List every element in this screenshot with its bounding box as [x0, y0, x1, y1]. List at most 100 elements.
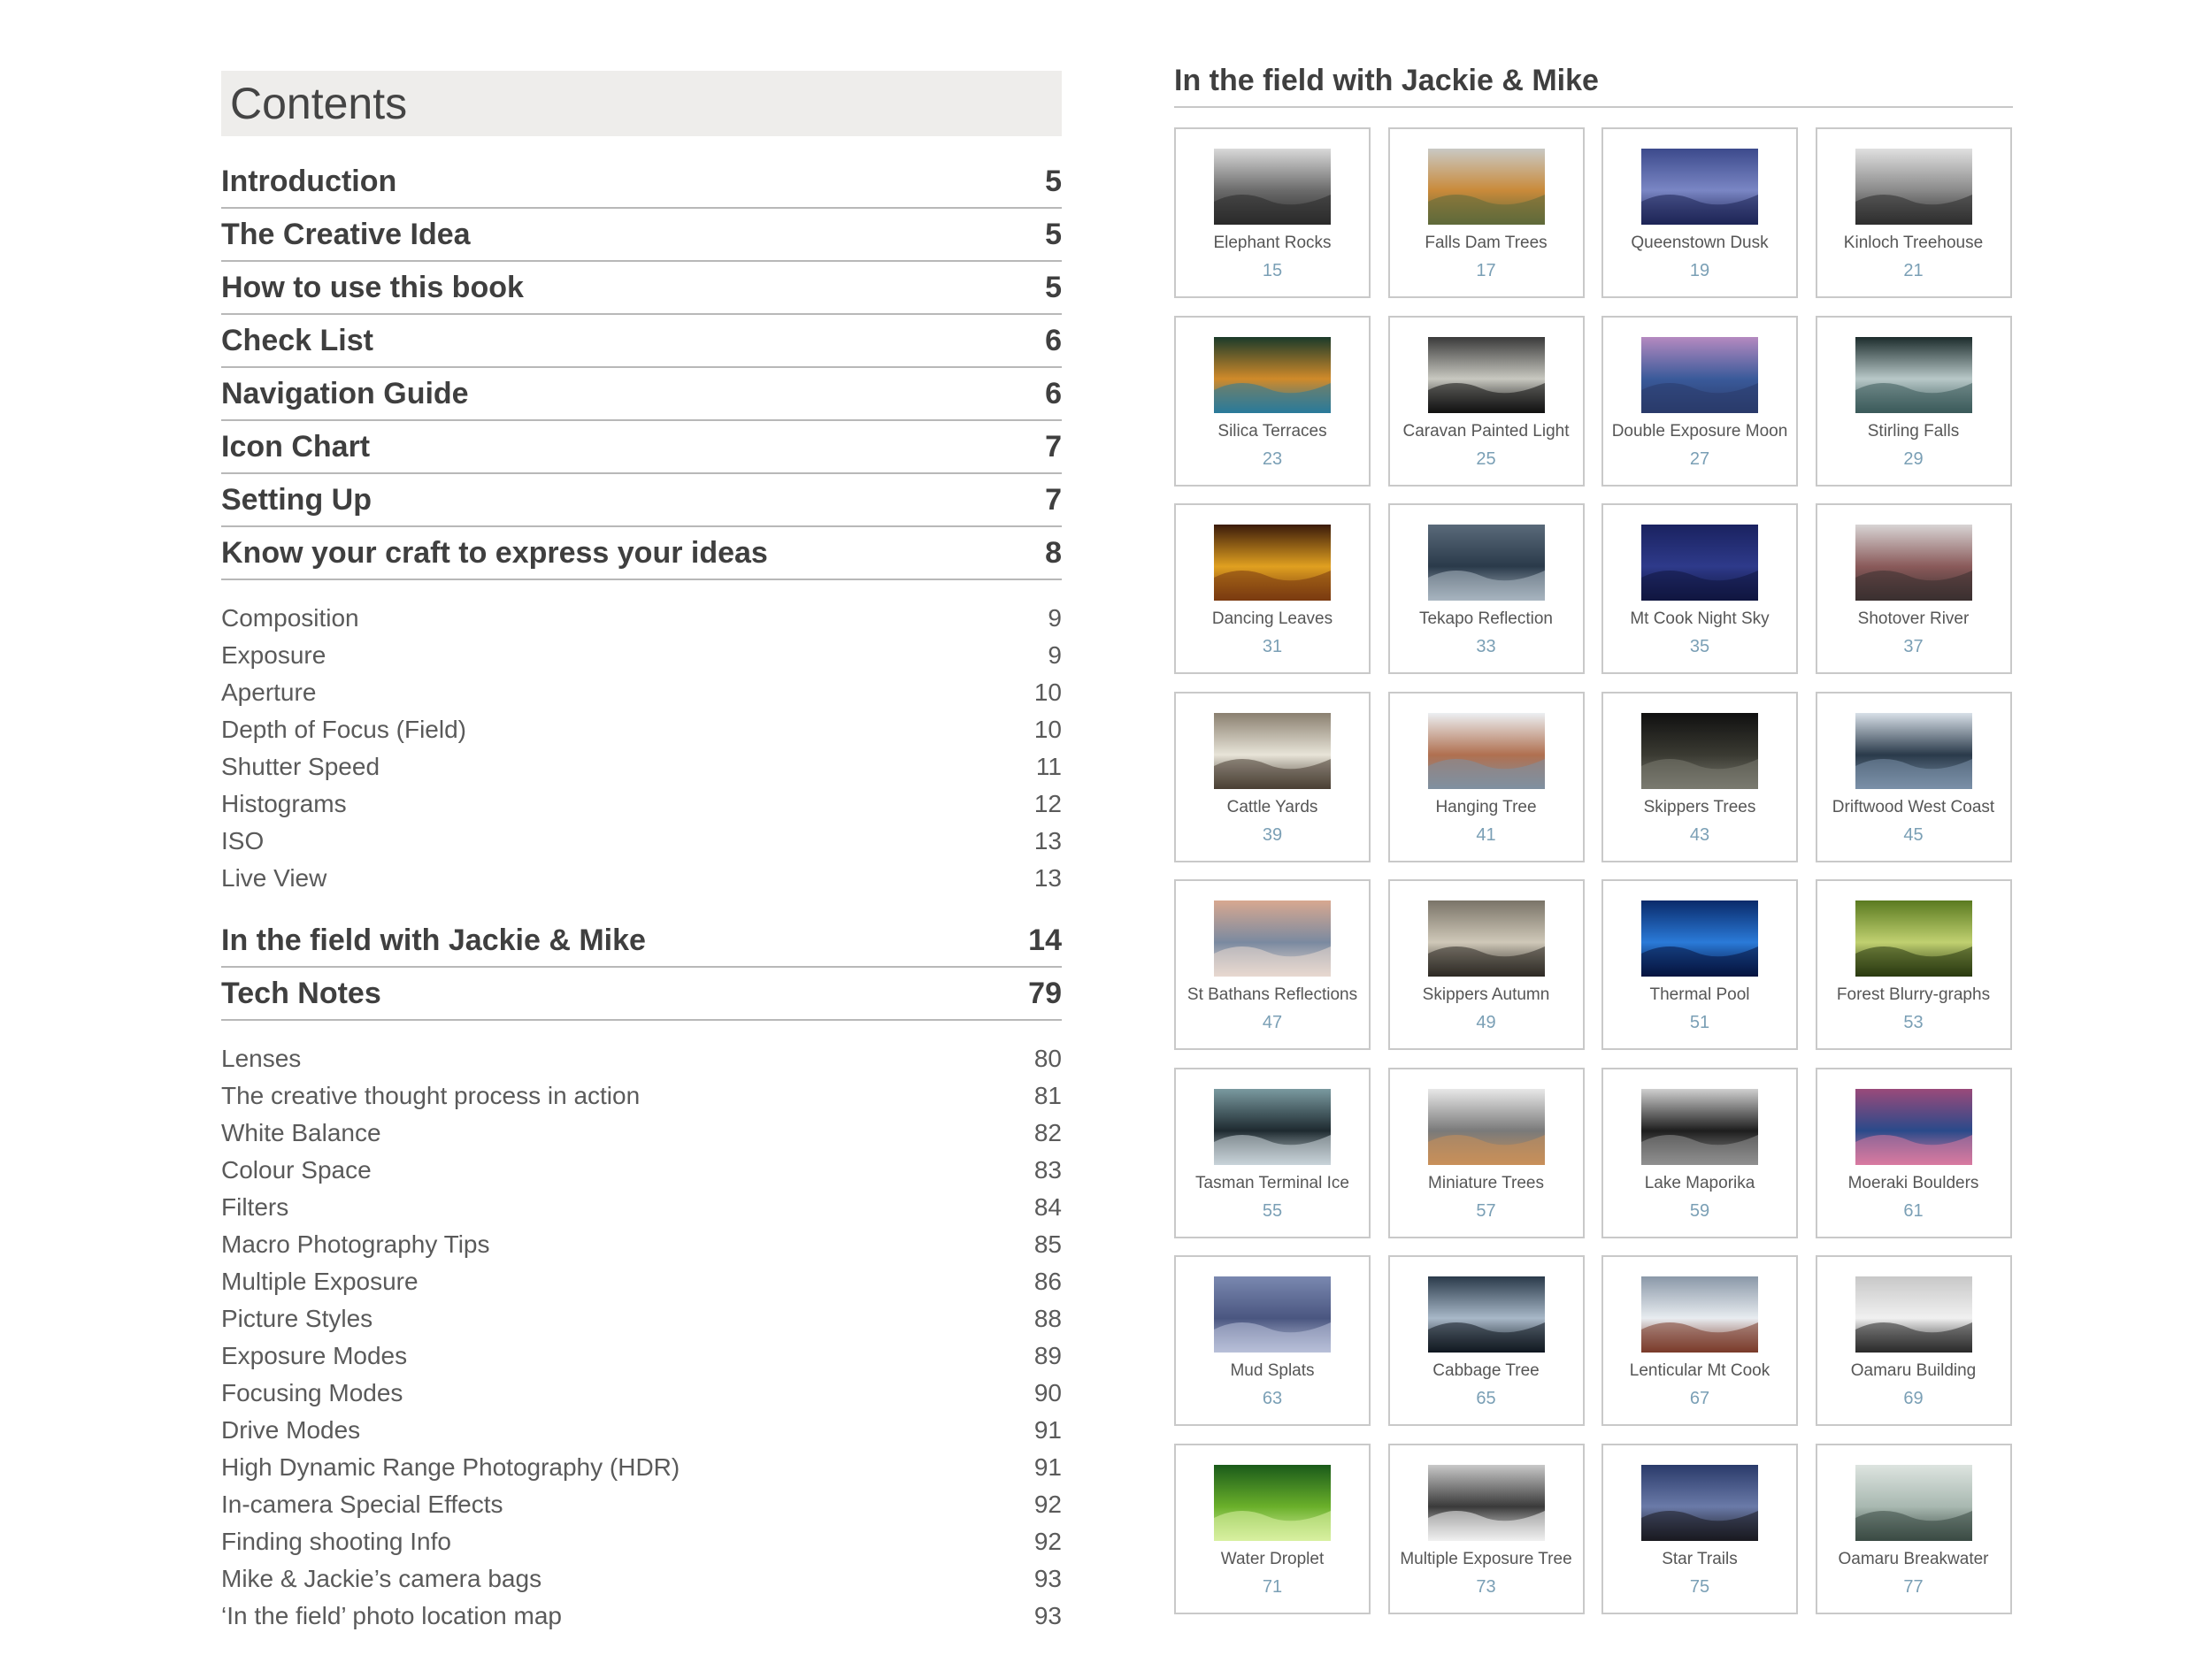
toc-minor-entry[interactable]: Shutter Speed 11 [221, 748, 1062, 786]
gallery-tile[interactable]: Multiple Exposure Tree 73 [1387, 1443, 1585, 1614]
toc-major-entry[interactable]: Know your craft to express your ideas 8 [221, 527, 1062, 580]
gallery-tile[interactable]: Mt Cook Night Sky 35 [1601, 503, 1798, 674]
toc-minor-entry[interactable]: The creative thought process in action 81 [221, 1077, 1062, 1115]
toc-minor-entry[interactable]: In-camera Special Effects 92 [221, 1486, 1062, 1523]
gallery-tile[interactable]: Skippers Autumn 49 [1387, 879, 1585, 1050]
toc-major-entry[interactable]: Icon Chart 7 [221, 421, 1062, 474]
gallery-tile[interactable]: Caravan Painted Light 25 [1387, 315, 1585, 487]
gallery-tile[interactable]: Cattle Yards 39 [1174, 691, 1371, 862]
gallery-tile[interactable]: Elephant Rocks 15 [1174, 127, 1371, 298]
toc-major-entry[interactable]: How to use this book 5 [221, 262, 1062, 315]
gallery-tile[interactable]: Silica Terraces 23 [1174, 315, 1371, 487]
gallery-tile[interactable]: Driftwood West Coast 45 [1815, 691, 2012, 862]
toc-entry-label: Filters [221, 1193, 289, 1221]
gallery-tile[interactable]: Thermal Pool 51 [1601, 879, 1798, 1050]
gallery-tile[interactable]: Water Droplet 71 [1174, 1443, 1371, 1614]
photo-thumbnail [1427, 525, 1545, 601]
gallery-tile[interactable]: Tekapo Reflection 33 [1387, 503, 1585, 674]
photo-page-number: 35 [1689, 637, 1710, 656]
toc-major-entry[interactable]: Introduction 5 [221, 156, 1062, 209]
gallery-tile[interactable]: St Bathans Reflections 47 [1174, 879, 1371, 1050]
toc-entry-page: 93 [1033, 1565, 1062, 1592]
photo-page-number: 71 [1262, 1576, 1283, 1597]
photo-page-number: 65 [1476, 1389, 1496, 1408]
gallery-tile[interactable]: Kinloch Treehouse 21 [1815, 127, 2012, 298]
toc-minor-entry[interactable]: Multiple Exposure 86 [221, 1263, 1062, 1300]
toc-minor-entry[interactable]: ‘In the field’ photo location map 93 [221, 1598, 1062, 1635]
gallery-tile[interactable]: Double Exposure Moon 27 [1601, 315, 1798, 487]
photo-page-number: 29 [1903, 448, 1924, 469]
toc-minor-entry[interactable]: White Balance 82 [221, 1115, 1062, 1152]
gallery-tile[interactable]: Skippers Trees 43 [1601, 691, 1798, 862]
toc-entry-label: Navigation Guide [221, 376, 469, 410]
toc-minor-entry[interactable]: Composition 9 [221, 600, 1062, 637]
toc-minor-entry[interactable]: Colour Space 83 [221, 1152, 1062, 1189]
toc-entry-label: Focusing Modes [221, 1379, 403, 1406]
photo-caption: Moeraki Boulders [1847, 1173, 1979, 1192]
toc-minor-entry[interactable]: High Dynamic Range Photography (HDR) 91 [221, 1449, 1062, 1486]
gallery-tile[interactable]: Cabbage Tree 65 [1387, 1255, 1585, 1426]
toc-minor-entry[interactable]: Histograms 12 [221, 786, 1062, 823]
toc-minor-entry[interactable]: Exposure Modes 89 [221, 1337, 1062, 1375]
toc-minor-entry[interactable]: Macro Photography Tips 85 [221, 1226, 1062, 1263]
photo-thumbnail [1855, 1464, 1972, 1541]
gallery-tile[interactable]: Falls Dam Trees 17 [1387, 127, 1585, 298]
gallery-tile[interactable]: Forest Blurry-graphs 53 [1815, 879, 2012, 1050]
toc-entry-label: Aperture [221, 678, 317, 706]
gallery-tile[interactable]: Stirling Falls 29 [1815, 315, 2012, 487]
photo-caption: Elephant Rocks [1213, 234, 1332, 252]
gallery-tile[interactable]: Mud Splats 63 [1174, 1255, 1371, 1426]
gallery-tile[interactable]: Star Trails 75 [1601, 1443, 1798, 1614]
gallery-tile[interactable]: Shotover River 37 [1815, 503, 2012, 674]
toc-major-entry[interactable]: Setting Up 7 [221, 474, 1062, 527]
photo-thumbnail [1855, 1276, 1972, 1353]
toc-minor-entry[interactable]: Live View 13 [221, 860, 1062, 897]
toc-minor-entry[interactable]: ISO 13 [221, 823, 1062, 860]
gallery-tile[interactable]: Oamaru Building 69 [1815, 1255, 2012, 1426]
photo-thumbnail [1641, 1276, 1758, 1353]
toc-minor-entry[interactable]: Drive Modes 91 [221, 1412, 1062, 1449]
gallery-tile[interactable]: Tasman Terminal Ice 55 [1174, 1067, 1371, 1238]
toc-major-entry[interactable]: Check List 6 [221, 315, 1062, 368]
photo-page-number: 77 [1903, 1576, 1924, 1597]
photo-thumbnail [1427, 712, 1545, 789]
toc-entry-label: Multiple Exposure [221, 1268, 419, 1295]
toc-minor-entry[interactable]: Aperture 10 [221, 674, 1062, 711]
toc-minor-entry[interactable]: Exposure 9 [221, 637, 1062, 674]
toc-minor-entry[interactable]: Filters 84 [221, 1189, 1062, 1226]
gallery-tile[interactable]: Moeraki Boulders 61 [1815, 1067, 2012, 1238]
toc-minor-entry[interactable]: Focusing Modes 90 [221, 1375, 1062, 1412]
toc-minor-entry[interactable]: Depth of Focus (Field) 10 [221, 711, 1062, 748]
toc-minor-entry[interactable]: Mike & Jackie’s camera bags 93 [221, 1560, 1062, 1598]
toc-minor-entry[interactable]: Finding shooting Info 92 [221, 1523, 1062, 1560]
toc-major-entry[interactable]: Navigation Guide 6 [221, 368, 1062, 421]
photo-caption: Thermal Pool [1649, 985, 1750, 1004]
gallery-tile[interactable]: Lake Maporika 59 [1601, 1067, 1798, 1238]
toc-entry-label: Exposure Modes [221, 1342, 408, 1369]
photo-page-number: 25 [1476, 448, 1496, 469]
gallery-tile[interactable]: Hanging Tree 41 [1387, 691, 1585, 862]
toc-entry-page: 93 [1033, 1602, 1062, 1629]
photo-thumbnail [1641, 1464, 1758, 1541]
contents-title: Contents [221, 71, 1062, 136]
toc-entry-page: 10 [1033, 678, 1062, 706]
gallery-tile[interactable]: Oamaru Breakwater 77 [1815, 1443, 2012, 1614]
toc-minor-entry[interactable]: Picture Styles 88 [221, 1300, 1062, 1337]
gallery-tile[interactable]: Lenticular Mt Cook 67 [1601, 1255, 1798, 1426]
toc-entry-label: Check List [221, 323, 373, 357]
toc-entry-page: 13 [1033, 827, 1062, 854]
toc-entry-label: Drive Modes [221, 1416, 361, 1444]
toc-major-entry[interactable]: In the field with Jackie & Mike 14 [221, 915, 1062, 968]
gallery-tile[interactable]: Queenstown Dusk 19 [1601, 127, 1798, 298]
toc-major-entry[interactable]: Tech Notes 79 [221, 968, 1062, 1021]
toc-minor-entry[interactable]: Lenses 80 [221, 1040, 1062, 1077]
toc-entry-label: Picture Styles [221, 1305, 373, 1332]
gallery-tile[interactable]: Dancing Leaves 31 [1174, 503, 1371, 674]
major-section-list: Introduction 5 The Creative Idea 5 How to us… [221, 156, 1062, 580]
gallery-tile[interactable]: Miniature Trees 57 [1387, 1067, 1585, 1238]
toc-entry-label: Setting Up [221, 482, 372, 517]
photo-caption: Water Droplet [1220, 1549, 1325, 1568]
toc-entry-page: 8 [1045, 535, 1062, 570]
toc-entry-label: How to use this book [221, 270, 524, 304]
toc-major-entry[interactable]: The Creative Idea 5 [221, 209, 1062, 262]
